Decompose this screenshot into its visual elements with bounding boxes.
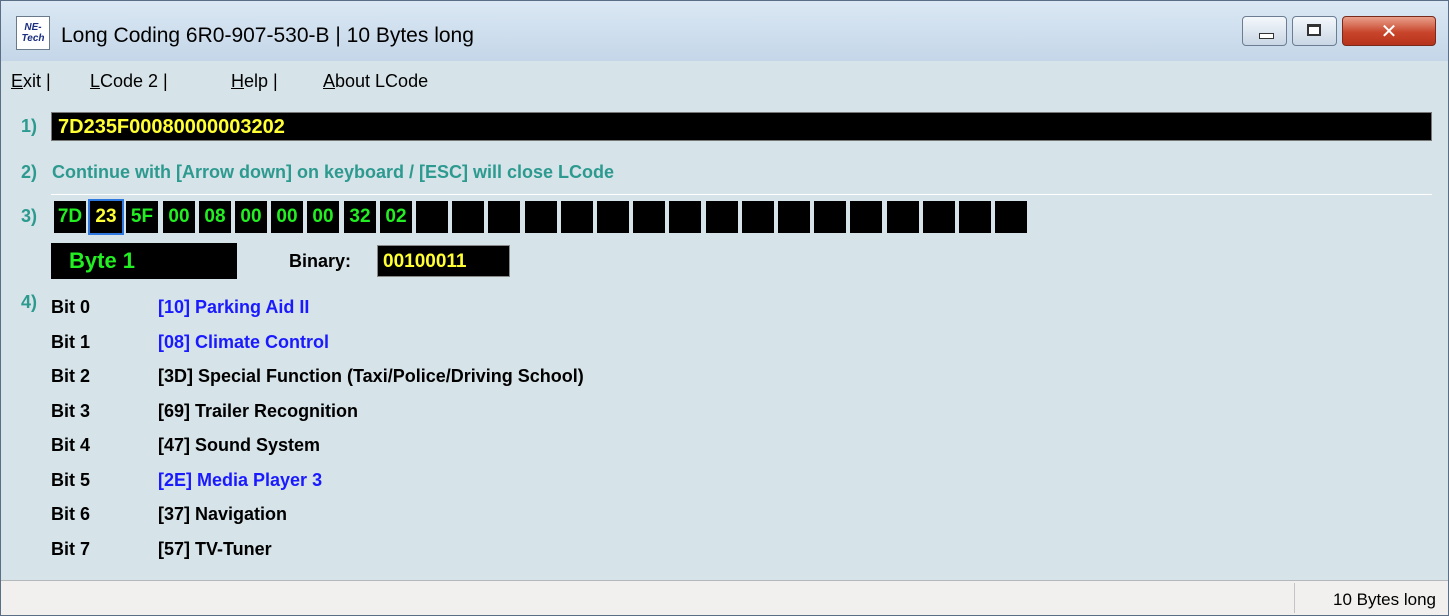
byte-cell[interactable] [452,201,484,233]
menu-help-label: elp | [244,71,278,91]
minimize-icon [1259,33,1274,39]
step-2-number: 2) [21,162,38,182]
minimize-button[interactable] [1242,16,1287,46]
byte-cell[interactable] [597,201,629,233]
byte-cell[interactable]: 5F [126,201,158,233]
bit-row[interactable]: Bit 2 [3D] Special Function (Taxi/Police/… [1,366,1001,396]
byte-cell[interactable] [416,201,448,233]
lcode-window: NE- Tech Long Coding 6R0-907-530-B | 10 … [0,0,1449,616]
menu-about-label: bout LCode [335,71,429,91]
byte-cell[interactable]: 00 [163,201,195,233]
close-button[interactable]: ✕ [1342,16,1436,46]
menu-exit-accel: E [11,71,24,91]
coding-string-field[interactable]: 7D235F00080000003202 [51,112,1432,141]
maximize-button[interactable] [1292,16,1337,46]
window-title: Long Coding 6R0-907-530-B | 10 Bytes lon… [61,24,474,47]
app-icon-bottom: Tech [21,33,45,44]
title-bar[interactable]: NE- Tech Long Coding 6R0-907-530-B | 10 … [1,1,1448,61]
bit-name: Bit 0 [51,297,91,317]
bit-name: Bit 3 [51,401,91,421]
bit-description[interactable]: [57] TV-Tuner [158,539,272,560]
byte-cell[interactable] [814,201,846,233]
bit-description[interactable]: [10] Parking Aid II [158,297,309,318]
binary-label: Binary: [289,251,352,271]
bit-name: Bit 5 [51,470,91,490]
byte-cell[interactable] [995,201,1027,233]
step-1-number: 1) [21,116,38,136]
menu-lcode2[interactable]: LCode 2 | [90,71,168,92]
app-icon-top: NE- [24,22,42,33]
separator [51,194,1432,195]
byte-cell[interactable] [959,201,991,233]
byte-cell[interactable]: 00 [235,201,267,233]
byte-cell[interactable] [778,201,810,233]
bit-name: Bit 7 [51,539,91,559]
app-icon[interactable]: NE- Tech [16,16,50,50]
menu-lcode2-label: Code 2 | [100,71,168,91]
menu-bar: Exit | LCode 2 | Help | About LCode [1,61,1448,99]
bit-name: Bit 6 [51,504,91,524]
menu-exit[interactable]: Exit | [11,71,51,92]
byte-cell[interactable] [669,201,701,233]
bit-name: Bit 1 [51,332,91,352]
byte-cell[interactable] [525,201,557,233]
bit-row[interactable]: Bit 1 [08] Climate Control [1,332,1001,362]
byte-cell[interactable] [887,201,919,233]
menu-help[interactable]: Help | [231,71,278,92]
bit-row[interactable]: Bit 5 [2E] Media Player 3 [1,470,1001,500]
byte-cell[interactable]: 23 [88,199,124,235]
byte-cell[interactable] [561,201,593,233]
bit-description[interactable]: [47] Sound System [158,435,320,456]
byte-cell[interactable]: 32 [344,201,376,233]
menu-lcode2-accel: L [90,71,101,91]
bit-description[interactable]: [37] Navigation [158,504,287,525]
byte-cell[interactable] [633,201,665,233]
byte-cell[interactable] [742,201,774,233]
bit-description[interactable]: [2E] Media Player 3 [158,470,322,491]
close-icon: ✕ [1380,19,1398,43]
bit-row[interactable]: Bit 6 [37] Navigation [1,504,1001,534]
status-divider [1294,583,1295,613]
step-3-number: 3) [21,206,38,226]
menu-about[interactable]: About LCode [323,71,428,92]
bit-row[interactable]: Bit 7 [57] TV-Tuner [1,539,1001,569]
bit-row[interactable]: Bit 4 [47] Sound System [1,435,1001,465]
instruction-hint: Continue with [Arrow down] on keyboard /… [52,162,615,182]
byte-cell[interactable]: 00 [271,201,303,233]
byte-cell[interactable] [850,201,882,233]
maximize-icon [1307,24,1321,36]
bit-row[interactable]: Bit 3 [69] Trailer Recognition [1,401,1001,431]
bit-name: Bit 4 [51,435,91,455]
byte-cell[interactable] [706,201,738,233]
byte-cell[interactable]: 08 [199,201,231,233]
bit-name: Bit 2 [51,366,91,386]
bit-description[interactable]: [69] Trailer Recognition [158,401,358,422]
byte-cell[interactable]: 00 [307,201,339,233]
bit-row[interactable]: Bit 0 [10] Parking Aid II [1,297,1001,327]
byte-cell[interactable]: 7D [54,201,86,233]
selected-byte-label: Byte 1 [51,243,237,279]
bit-description[interactable]: [3D] Special Function (Taxi/Police/Drivi… [158,366,584,387]
status-text: 10 Bytes long [1332,590,1436,609]
menu-exit-label: xit | [23,71,51,91]
byte-cell[interactable]: 02 [380,201,412,233]
status-bar: 10 Bytes long [1,580,1448,615]
byte-cell[interactable] [923,201,955,233]
bit-description[interactable]: [08] Climate Control [158,332,329,353]
byte-cell[interactable] [488,201,520,233]
menu-help-accel: H [231,71,244,91]
menu-about-accel: A [323,71,336,91]
binary-value: 00100011 [377,245,510,277]
